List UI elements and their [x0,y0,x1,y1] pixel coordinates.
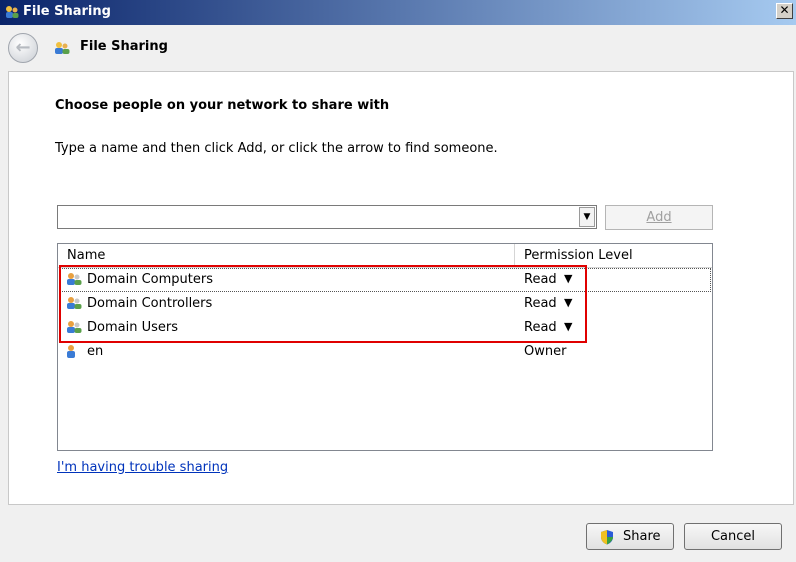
name-column-header[interactable]: Name [58,244,515,267]
permission-level[interactable]: Read [524,320,557,335]
nav-title: File Sharing [80,39,168,54]
window-title: File Sharing [23,4,111,19]
list-item-name: Domain Computers [87,272,213,287]
find-someone-dropdown-button[interactable]: ▼ [579,207,595,227]
page-heading: Choose people on your network to share w… [55,98,390,113]
file-sharing-window: File Sharing ✕ ← File Sharing Choose peo… [0,0,796,562]
name-input[interactable] [57,205,597,229]
share-button[interactable]: Share [586,523,674,550]
trouble-sharing-link[interactable]: I'm having trouble sharing [57,460,228,475]
permission-dropdown-arrow[interactable]: ▼ [564,296,572,309]
instruction-text: Type a name and then click Add, or click… [55,141,498,156]
permission-dropdown-arrow[interactable]: ▼ [564,272,572,285]
back-button[interactable]: ← [8,33,38,63]
close-button[interactable]: ✕ [776,3,793,19]
permission-dropdown-arrow[interactable]: ▼ [564,320,572,333]
title-bar: File Sharing ✕ [0,0,796,25]
file-sharing-app-icon [4,4,20,24]
list-item-name: Domain Users [87,320,178,335]
single-user-icon [65,343,79,363]
list-header: Name Permission Level [58,244,712,268]
list-item[interactable]: Domain Users Read ▼ [59,316,711,340]
dialog-footer: Share Cancel [0,505,796,562]
permission-level: Owner [524,344,567,359]
list-item-name: Domain Controllers [87,296,213,311]
permission-column-label: Permission Level [524,248,633,263]
content-panel: Choose people on your network to share w… [8,71,794,505]
uac-shield-icon [599,529,615,554]
list-item[interactable]: en Owner [59,340,711,364]
group-users-icon [65,271,83,291]
list-item-name: en [87,344,104,359]
share-button-label: Share [623,529,661,544]
cancel-button[interactable]: Cancel [684,523,782,550]
add-button[interactable]: Add [605,205,713,230]
people-list[interactable]: Name Permission Level Domain Computers R [57,243,713,451]
list-item[interactable]: Domain Computers Read ▼ [59,268,711,292]
file-sharing-icon [53,40,71,60]
permission-level[interactable]: Read [524,272,557,287]
group-users-icon [65,295,83,315]
permission-level[interactable]: Read [524,296,557,311]
name-column-label: Name [67,248,106,263]
navigation-bar: ← File Sharing [0,25,796,71]
group-users-icon [65,319,83,339]
add-button-label: Add [646,210,672,225]
list-item[interactable]: Domain Controllers Read ▼ [59,292,711,316]
